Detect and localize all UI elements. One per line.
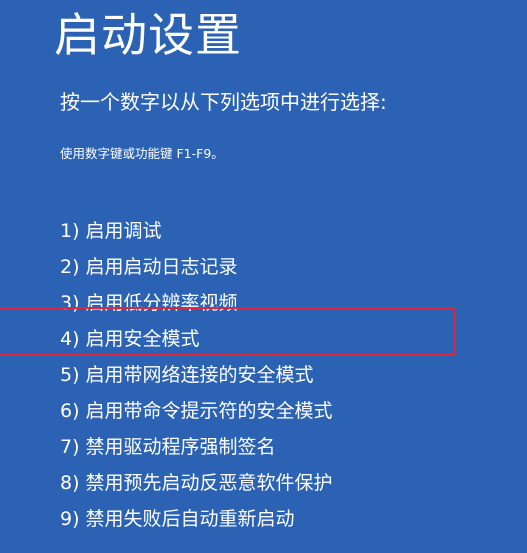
- option-disable-early-launch-antimalware[interactable]: 8) 禁用预先启动反恶意软件保护: [60, 465, 333, 501]
- instruction-text: 按一个数字以从下列选项中进行选择:: [60, 90, 387, 114]
- startup-options-list: 1) 启用调试 2) 启用启动日志记录 3) 启用低分辨率视频 4) 启用安全模…: [60, 213, 333, 537]
- page-title: 启动设置: [54, 8, 242, 62]
- option-disable-driver-signature-enforcement[interactable]: 7) 禁用驱动程序强制签名: [60, 429, 333, 465]
- safe-mode-highlight-box: [0, 307, 456, 356]
- option-enable-boot-logging[interactable]: 2) 启用启动日志记录: [60, 249, 333, 285]
- key-hint-text: 使用数字键或功能键 F1-F9。: [60, 146, 224, 161]
- option-enable-safe-mode-networking[interactable]: 5) 启用带网络连接的安全模式: [60, 357, 333, 393]
- option-enable-debugging[interactable]: 1) 启用调试: [60, 213, 333, 249]
- option-enable-safe-mode-command-prompt[interactable]: 6) 启用带命令提示符的安全模式: [60, 393, 333, 429]
- option-disable-auto-restart-on-failure[interactable]: 9) 禁用失败后自动重新启动: [60, 501, 333, 537]
